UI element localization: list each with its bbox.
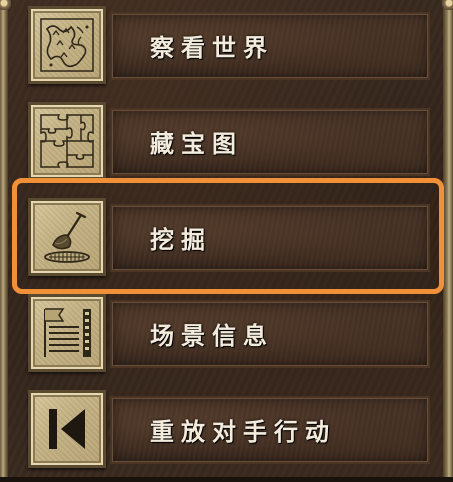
- world-map-icon: [40, 18, 94, 72]
- menu-item-replay-opponent[interactable]: 重放对手行动: [24, 390, 438, 482]
- menu-item-label: 场景信息: [150, 322, 274, 350]
- menu-item-view-world[interactable]: 察看世界: [24, 6, 438, 98]
- menu-item-dig[interactable]: 挖掘: [24, 198, 438, 290]
- panel-right-border: [443, 0, 453, 477]
- adventure-options-panel: 察看世界 藏宝图 挖掘 场景信息 重放对手行动: [0, 0, 453, 477]
- scenario-info-icon: [44, 308, 91, 357]
- corner-ornament: [0, 0, 11, 10]
- menu-item-label: 重放对手行动: [150, 418, 336, 446]
- menu-item-label: 藏宝图: [150, 130, 243, 158]
- menu-item-icon-tile[interactable]: [28, 102, 106, 180]
- corner-ornament: [442, 0, 453, 10]
- menu-item-label-bar[interactable]: 场景信息: [110, 300, 430, 368]
- menu-item-icon-tile[interactable]: [28, 6, 106, 84]
- menu-item-label: 挖掘: [150, 226, 212, 254]
- menu-item-puzzle-map[interactable]: 藏宝图: [24, 102, 438, 194]
- menu-item-scenario-info[interactable]: 场景信息: [24, 294, 438, 386]
- menu-item-icon-tile[interactable]: [28, 390, 106, 468]
- menu-item-label-bar[interactable]: 重放对手行动: [110, 396, 430, 464]
- puzzle-map-icon: [40, 114, 94, 168]
- replay-opponent-icon: [49, 409, 85, 449]
- menu-item-label-bar[interactable]: 藏宝图: [110, 108, 430, 176]
- menu-item-icon-tile[interactable]: [28, 198, 106, 276]
- menu-item-label-bar[interactable]: 挖掘: [110, 204, 430, 272]
- menu-item-label: 察看世界: [150, 34, 274, 62]
- menu-item-icon-tile[interactable]: [28, 294, 106, 372]
- menu-item-label-bar[interactable]: 察看世界: [110, 12, 430, 80]
- panel-left-border: [0, 0, 8, 477]
- shovel-dig-icon: [44, 211, 90, 263]
